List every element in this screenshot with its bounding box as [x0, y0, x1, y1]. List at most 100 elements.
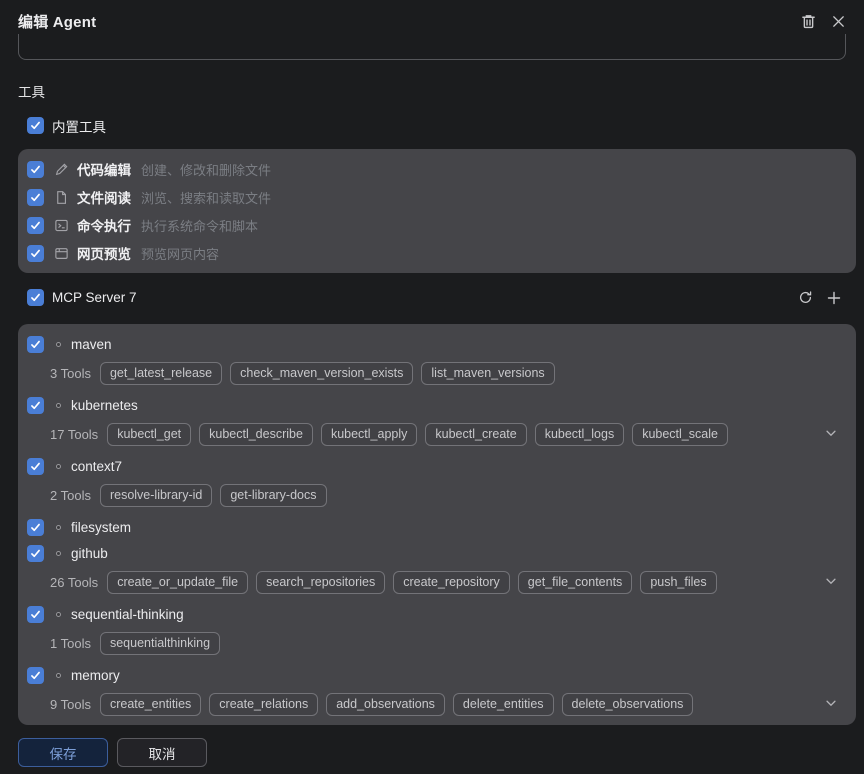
tool-tag[interactable]: kubectl_describe	[199, 422, 313, 446]
tools-count-label: 9 Tools	[50, 696, 91, 712]
dialog-footer: 保存 取消	[18, 738, 846, 767]
builtin-tool-description: 执行系统命令和脚本	[141, 218, 259, 234]
mcp-server-name-row[interactable]: sequential-thinking	[27, 604, 846, 624]
builtin-tool-checkbox[interactable]	[27, 188, 44, 206]
builtin-tool-row[interactable]: 代码编辑 创建、修改和删除文件	[27, 155, 846, 183]
save-button[interactable]: 保存	[18, 738, 108, 767]
mcp-server-name: github	[71, 545, 108, 561]
builtin-tool-description: 浏览、搜索和读取文件	[141, 190, 272, 206]
builtin-tool-name: 代码编辑	[77, 163, 131, 178]
tool-tag[interactable]: kubectl_apply	[320, 422, 418, 446]
agent-prompt-input[interactable]	[18, 34, 846, 60]
tool-tag[interactable]: get-library-docs	[220, 483, 327, 507]
mcp-server-name: context7	[71, 458, 123, 474]
expand-tools-button[interactable]	[824, 426, 838, 443]
cancel-button[interactable]: 取消	[117, 738, 207, 767]
tool-tag[interactable]: search_repositories	[256, 570, 386, 594]
tool-tag[interactable]: get_file_contents	[517, 570, 633, 594]
server-status-dot-icon	[56, 550, 61, 556]
builtin-tool-name: 文件阅读	[77, 191, 131, 206]
close-icon	[831, 14, 846, 29]
tools-count-label: 3 Tools	[50, 365, 91, 381]
tool-tag[interactable]: kubectl_get	[107, 422, 192, 446]
mcp-server-name: filesystem	[71, 519, 132, 535]
mcp-server-item-checkbox[interactable]	[27, 396, 44, 414]
chevron-down-icon	[824, 696, 838, 713]
tool-tag[interactable]: delete_entities	[452, 692, 554, 716]
mcp-server-name-row[interactable]: maven	[27, 334, 846, 354]
mcp-server-block: sequential-thinking 1 Tools sequentialthin…	[27, 604, 846, 656]
tools-count-label: 17 Tools	[50, 426, 99, 442]
mcp-server-checkbox[interactable]	[27, 289, 44, 306]
mcp-server-item-checkbox[interactable]	[27, 605, 44, 623]
tools-count-label: 1 Tools	[50, 635, 91, 651]
mcp-server-name-row[interactable]: filesystem	[27, 517, 846, 537]
mcp-server-block: kubernetes 17 Tools kubectl_get kubectl_des…	[27, 395, 846, 447]
mcp-server-block: context7 2 Tools resolve-library-id get-lib…	[27, 456, 846, 508]
builtin-tool-name: 网页预览	[77, 247, 131, 262]
tool-tag[interactable]: list_maven_versions	[421, 361, 555, 385]
refresh-icon	[798, 290, 813, 305]
tool-tag[interactable]: create_or_update_file	[107, 570, 249, 594]
mcp-server-tools-row: 26 Tools create_or_update_file search_repo…	[50, 569, 846, 595]
server-status-dot-icon	[56, 463, 61, 469]
tool-tag[interactable]: create_relations	[209, 692, 319, 716]
tool-tag[interactable]: kubectl_scale	[632, 422, 728, 446]
builtin-tool-checkbox[interactable]	[27, 160, 44, 178]
mcp-server-name: memory	[71, 667, 120, 683]
tool-tag[interactable]: sequentialthinking	[99, 631, 221, 655]
mcp-server-item-checkbox[interactable]	[27, 518, 44, 536]
dialog-title: 编辑 Agent	[18, 13, 97, 31]
expand-tools-button[interactable]	[824, 574, 838, 591]
tool-tag[interactable]: get_latest_release	[99, 361, 223, 385]
builtin-tool-row[interactable]: 文件阅读 浏览、搜索和读取文件	[27, 183, 846, 211]
trash-icon	[800, 13, 817, 30]
tool-tag[interactable]: kubectl_create	[425, 422, 527, 446]
tool-tag[interactable]: resolve-library-id	[99, 483, 213, 507]
tools-count-label: 2 Tools	[50, 487, 91, 503]
server-status-dot-icon	[56, 341, 61, 347]
mcp-server-item-checkbox[interactable]	[27, 666, 44, 684]
mcp-server-name-row[interactable]: memory	[27, 665, 846, 685]
builtin-tools-checkbox[interactable]	[27, 117, 44, 134]
add-icon	[826, 290, 842, 306]
mcp-server-tools-row: 3 Tools get_latest_release check_maven_ver…	[50, 360, 846, 386]
pencil-icon	[54, 162, 69, 177]
dialog-header: 编辑 Agent	[0, 0, 864, 34]
expand-tools-button[interactable]	[824, 696, 838, 713]
add-server-button[interactable]	[826, 290, 842, 306]
mcp-server-group-row: MCP Server 7	[27, 289, 846, 306]
tool-tag[interactable]: push_files	[640, 570, 717, 594]
browser-icon	[54, 246, 69, 261]
mcp-server-item-checkbox[interactable]	[27, 457, 44, 475]
mcp-server-block: memory 9 Tools create_entities create_relat…	[27, 665, 846, 717]
mcp-server-item-checkbox[interactable]	[27, 335, 44, 353]
tool-tag[interactable]: kubectl_logs	[534, 422, 625, 446]
terminal-icon	[54, 218, 69, 233]
file-icon	[54, 190, 69, 205]
mcp-server-item-checkbox[interactable]	[27, 544, 44, 562]
tool-tag[interactable]: check_maven_version_exists	[230, 361, 414, 385]
builtin-tool-row[interactable]: 命令执行 执行系统命令和脚本	[27, 211, 846, 239]
edit-agent-dialog: 编辑 Agent 工具 内置工具 代码编辑 创建、修改和删除文件 文件阅读 浏览…	[0, 0, 864, 774]
builtin-tool-checkbox[interactable]	[27, 244, 44, 262]
tool-tag[interactable]: create_repository	[393, 570, 510, 594]
builtin-tool-checkbox[interactable]	[27, 216, 44, 234]
tool-tag[interactable]: create_entities	[99, 692, 202, 716]
mcp-server-name: sequential-thinking	[71, 606, 184, 622]
builtin-tool-row[interactable]: 网页预览 预览网页内容	[27, 239, 846, 267]
tool-tag[interactable]: delete_observations	[561, 692, 694, 716]
tool-tag[interactable]: add_observations	[326, 692, 445, 716]
mcp-server-group-label: MCP Server 7	[52, 290, 137, 305]
mcp-server-name-row[interactable]: kubernetes	[27, 395, 846, 415]
mcp-server-name-row[interactable]: context7	[27, 456, 846, 476]
refresh-servers-button[interactable]	[798, 290, 813, 305]
mcp-server-actions	[798, 290, 842, 306]
mcp-server-name-row[interactable]: github	[27, 543, 846, 563]
close-button[interactable]	[831, 14, 846, 29]
delete-agent-button[interactable]	[800, 13, 817, 30]
chevron-down-icon	[824, 426, 838, 443]
mcp-server-name: kubernetes	[71, 397, 138, 413]
builtin-tools-group-label: 内置工具	[52, 119, 106, 135]
header-actions	[800, 13, 846, 30]
